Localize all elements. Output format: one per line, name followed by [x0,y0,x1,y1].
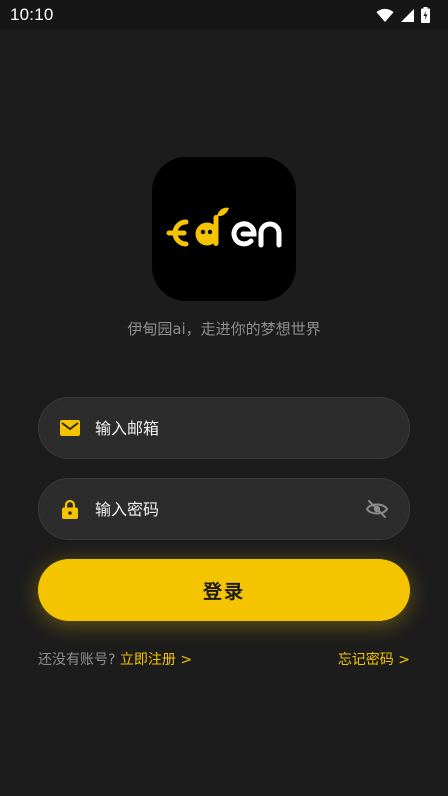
status-icons [376,7,430,23]
login-button[interactable]: 登录 [38,559,410,621]
wifi-icon [376,8,394,23]
footer-row: 还没有账号? 立即注册 > 忘记密码 > [38,649,410,669]
status-bar: 10:10 [0,0,448,30]
lock-icon [59,498,81,520]
battery-icon [421,7,430,23]
eye-off-icon[interactable] [365,497,389,521]
app-logo [152,157,296,301]
forgot-password-link[interactable]: 忘记密码 > [338,649,410,669]
signal-icon [400,8,415,23]
mail-icon [59,417,81,439]
email-input[interactable] [95,418,389,438]
email-field-container[interactable] [38,397,410,459]
app-tagline: 伊甸园ai，走进你的梦想世界 [127,320,321,338]
register-prompt: 还没有账号? 立即注册 > [38,649,192,669]
password-field-container[interactable] [38,478,410,540]
eden-logo-mark [166,207,282,248]
no-account-text: 还没有账号? [38,652,116,668]
register-link[interactable]: 立即注册 > [120,652,192,668]
password-input[interactable] [95,499,365,519]
status-time: 10:10 [10,5,54,24]
